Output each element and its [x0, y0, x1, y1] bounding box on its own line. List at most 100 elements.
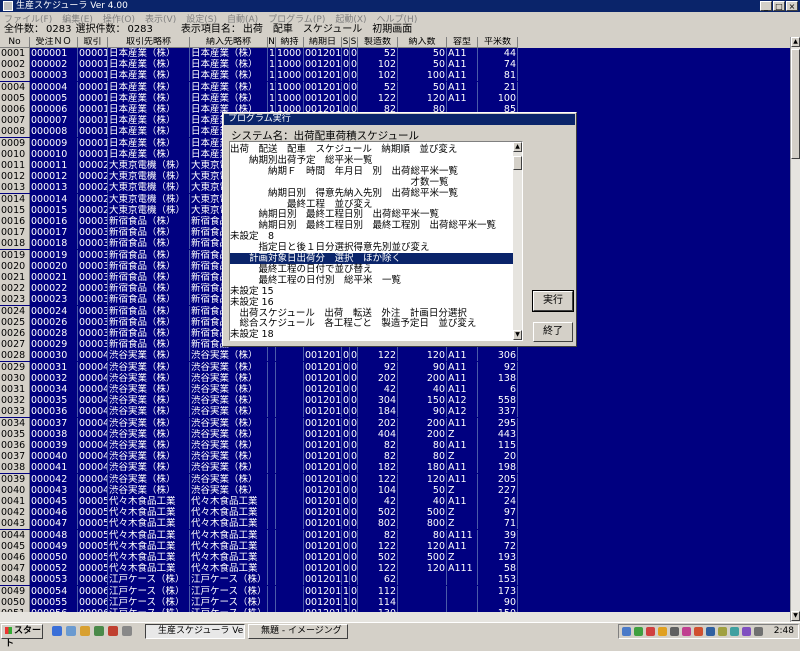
- tray-app8-icon[interactable]: [730, 627, 739, 636]
- program-list-item[interactable]: 最終工程の日付別 総平米 一覧: [230, 275, 513, 286]
- column-header-6[interactable]: 納持: [276, 37, 304, 48]
- program-list-item[interactable]: 未設定 16: [230, 297, 513, 308]
- column-header-12[interactable]: 容型: [447, 37, 478, 48]
- column-header-4[interactable]: 納入先略称: [190, 37, 268, 48]
- program-list-item[interactable]: 最終工程 並び変え: [230, 199, 513, 210]
- column-header-8[interactable]: S: [342, 37, 350, 48]
- tray-app2-icon[interactable]: [658, 627, 667, 636]
- list-scroll-down-arrow-icon[interactable]: ▼: [513, 330, 522, 340]
- table-row[interactable]: 0038 000041 00004 渋谷実業（株） 渋谷実業（株） 001201 0 0 182…: [0, 462, 790, 474]
- column-header-2[interactable]: 取引: [78, 37, 108, 48]
- table-row[interactable]: 0042 000046 00005 代々木食品工業 代々木食品工業 001201 0 0 502…: [0, 507, 790, 519]
- program-list-item[interactable]: 指定日と後１日分選択得意先別並び変え: [230, 242, 513, 253]
- program-list-scrollbar[interactable]: ▲ ▼: [513, 142, 522, 340]
- program-list-item[interactable]: 才数一覧: [230, 177, 513, 188]
- table-row[interactable]: 0004 000004 00001 日本産業（株） 日本産業（株） 1 1000 001201…: [0, 81, 790, 93]
- program-list-item[interactable]: 計画対象日出荷分 選択 ほか除く: [230, 253, 513, 264]
- table-row[interactable]: 0045 000049 00005 代々木食品工業 代々木食品工業 001201 0 0 122…: [0, 540, 790, 552]
- column-header-9[interactable]: S: [350, 37, 358, 48]
- table-row[interactable]: 0005 000005 00001 日本産業（株） 日本産業（株） 1 1000 001201…: [0, 92, 790, 104]
- tray-network-icon[interactable]: [622, 627, 631, 636]
- column-header-0[interactable]: No: [0, 37, 30, 48]
- table-row[interactable]: 0030 000032 00004 渋谷実業（株） 渋谷実業（株） 001201 0 0 202…: [0, 372, 790, 384]
- column-header-3[interactable]: 取引先略称: [108, 37, 190, 48]
- tray-app9-icon[interactable]: [742, 627, 751, 636]
- tray-app4-icon[interactable]: [682, 627, 691, 636]
- desktop-icon[interactable]: [66, 626, 76, 636]
- table-row[interactable]: 0040 000043 00004 渋谷実業（株） 渋谷実業（株） 001201 0 0 104…: [0, 484, 790, 496]
- program-list-item[interactable]: 最終工程の日付で並び替え: [230, 264, 513, 275]
- task-button-imaging[interactable]: 無題 - イメージング: [248, 624, 348, 639]
- column-header-10[interactable]: 製造数: [358, 37, 398, 48]
- column-header-7[interactable]: 納期日: [304, 37, 342, 48]
- table-row[interactable]: 0047 000052 00005 代々木食品工業 代々木食品工業 001201 0 0 122…: [0, 563, 790, 575]
- tray-volume-icon[interactable]: [754, 627, 763, 636]
- scroll-up-arrow-icon[interactable]: ▲: [791, 37, 800, 47]
- column-header-1[interactable]: 受注ＮＯ: [30, 37, 78, 48]
- scroll-down-arrow-icon[interactable]: ▼: [791, 611, 800, 621]
- task-button-scheduler[interactable]: 生産スケジューラ Ver 4...: [145, 624, 245, 639]
- table-row[interactable]: 0031 000034 00004 渋谷実業（株） 渋谷実業（株） 001201 0 0 42 4…: [0, 384, 790, 395]
- menu-item-7[interactable]: 起動(X): [331, 12, 372, 25]
- menu-item-3[interactable]: 表示(V): [141, 12, 182, 25]
- tray-app6-icon[interactable]: [706, 627, 715, 636]
- minimize-button[interactable]: _: [760, 1, 772, 11]
- table-row[interactable]: 0037 000040 00004 渋谷実業（株） 渋谷実業（株） 001201 0 0 82 8…: [0, 451, 790, 463]
- table-row[interactable]: 0002 000002 00001 日本産業（株） 日本産業（株） 1 1000 001201…: [0, 59, 790, 71]
- column-header-11[interactable]: 納入数: [398, 37, 447, 48]
- program-list-item[interactable]: 未設定 8: [230, 231, 513, 242]
- program-list-item[interactable]: 納期Ｆ 時間 年月日 別 出荷総平米一覧: [230, 166, 513, 177]
- menu-item-1[interactable]: 編集(E): [58, 12, 99, 25]
- table-row[interactable]: 0036 000039 00004 渋谷実業（株） 渋谷実業（株） 001201 0 0 82 8…: [0, 440, 790, 451]
- program-list-item[interactable]: 未設定 18: [230, 329, 513, 340]
- table-row[interactable]: 0043 000047 00005 代々木食品工業 代々木食品工業 001201 0 0 802…: [0, 518, 790, 530]
- menu-item-5[interactable]: 自動(A): [223, 12, 264, 25]
- outlook-icon[interactable]: [80, 626, 90, 636]
- run-button[interactable]: 実行: [532, 290, 574, 312]
- menu-item-4[interactable]: 設定(S): [182, 12, 223, 25]
- table-row[interactable]: 0050 000055 00006 江戸ケース（株） 江戸ケース（株） 001201 1 0 1…: [0, 596, 790, 608]
- tray-app5-icon[interactable]: [694, 627, 703, 636]
- media-icon[interactable]: [108, 626, 118, 636]
- table-row[interactable]: 0028 000030 00004 渋谷実業（株） 渋谷実業（株） 001201 0 0 122…: [0, 350, 790, 362]
- program-list-item[interactable]: 納期日別 最終工程日別 出荷総平米一覧: [230, 209, 513, 220]
- table-row[interactable]: 0039 000042 00004 渋谷実業（株） 渋谷実業（株） 001201 0 0 122…: [0, 473, 790, 485]
- quicklaunch-extra-icon[interactable]: [122, 626, 132, 636]
- program-list-item[interactable]: 納期別出荷予定 総平米一覧: [230, 155, 513, 166]
- menu-item-2[interactable]: 操作(O): [99, 12, 141, 25]
- table-row[interactable]: 0003 000003 00001 日本産業（株） 日本産業（株） 1 1000 001201…: [0, 70, 790, 82]
- tray-app-icon[interactable]: [634, 627, 643, 636]
- table-row[interactable]: 0001 000001 00001 日本産業（株） 日本産業（株） 1 1000 001201…: [0, 48, 790, 59]
- table-row[interactable]: 0046 000050 00005 代々木食品工業 代々木食品工業 001201 0 0 502…: [0, 552, 790, 563]
- program-list-item[interactable]: 納期日別 最終工程日別 最終工程別 出荷総平米一覧: [230, 220, 513, 231]
- table-row[interactable]: 0048 000053 00006 江戸ケース（株） 江戸ケース（株） 001201 1 0 6…: [0, 574, 790, 586]
- vertical-scrollbar[interactable]: ▲ ▼: [790, 37, 800, 622]
- table-row[interactable]: 0041 000045 00005 代々木食品工業 代々木食品工業 001201 0 0 42 4…: [0, 496, 790, 507]
- program-list[interactable]: ▲ ▼ 出荷 配送 配車 スケジュール 納期順 並び変え 納期別出荷予定 総平米…: [229, 141, 523, 341]
- table-row[interactable]: 0029 000031 00004 渋谷実業（株） 渋谷実業（株） 001201 0 0 92 9…: [0, 361, 790, 373]
- list-scroll-up-arrow-icon[interactable]: ▲: [513, 142, 522, 152]
- table-row[interactable]: 0044 000048 00005 代々木食品工業 代々木食品工業 001201 0 0 82 8…: [0, 529, 790, 541]
- column-header-5[interactable]: N: [268, 37, 276, 48]
- program-list-item[interactable]: 納期日別 得意先納入先別 出荷総平米一覧: [230, 188, 513, 199]
- maximize-button[interactable]: □: [773, 1, 785, 11]
- program-list-item[interactable]: 出荷スケジュール 出荷 転送 外注 計画日分選択: [230, 308, 513, 319]
- menu-item-0[interactable]: ファイル(F): [0, 12, 58, 25]
- ie-icon[interactable]: [52, 626, 62, 636]
- table-row[interactable]: 0032 000035 00004 渋谷実業（株） 渋谷実業（株） 001201 0 0 304…: [0, 395, 790, 407]
- table-row[interactable]: 0033 000036 00004 渋谷実業（株） 渋谷実業（株） 001201 0 0 184…: [0, 406, 790, 418]
- table-row[interactable]: 0034 000037 00004 渋谷実業（株） 渋谷実業（株） 001201 0 0 202…: [0, 417, 790, 429]
- table-row[interactable]: 0049 000054 00006 江戸ケース（株） 江戸ケース（株） 001201 1 0 1…: [0, 585, 790, 597]
- quicklaunch-app-icon[interactable]: [94, 626, 104, 636]
- program-list-item[interactable]: 総合スケジュール 各工程ごと 製造予定日 並び変え: [230, 318, 513, 329]
- menu-item-8[interactable]: ヘルプ(H): [373, 12, 424, 25]
- tray-app3-icon[interactable]: [670, 627, 679, 636]
- tray-app7-icon[interactable]: [718, 627, 727, 636]
- list-scroll-thumb[interactable]: [513, 156, 522, 170]
- close-button[interactable]: ×: [786, 1, 798, 11]
- scroll-thumb[interactable]: [791, 49, 800, 159]
- tray-antivirus-icon[interactable]: [646, 627, 655, 636]
- program-list-item[interactable]: 出荷 配送 配車 スケジュール 納期順 並び変え: [230, 144, 513, 155]
- menu-item-6[interactable]: プログラム(P): [264, 12, 331, 25]
- program-list-item[interactable]: 未設定 15: [230, 286, 513, 297]
